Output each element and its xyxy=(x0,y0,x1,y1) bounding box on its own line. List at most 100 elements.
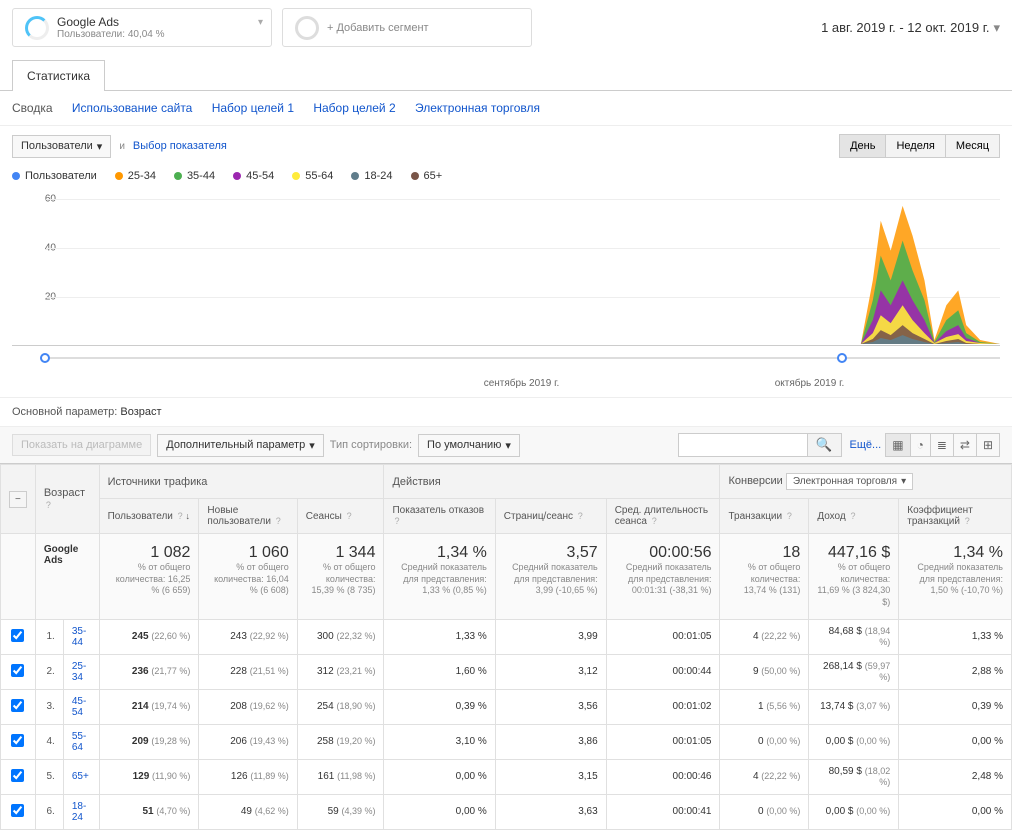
legend-item[interactable]: 55-64 xyxy=(292,170,333,182)
row-index: 2. xyxy=(35,654,63,689)
col-age[interactable]: Возраст xyxy=(44,487,85,499)
search-box: 🔍 xyxy=(678,433,842,457)
subnav: Сводка Использование сайта Набор целей 1… xyxy=(0,91,1012,126)
toggle-week[interactable]: Неделя xyxy=(885,134,945,158)
subnav-goals-2[interactable]: Набор целей 2 xyxy=(313,101,395,115)
add-segment-button[interactable]: + Добавить сегмент xyxy=(282,8,532,47)
toggle-day[interactable]: День xyxy=(839,134,886,158)
table-row: 1.35-44245 (22,60 %)243 (22,92 %)300 (22… xyxy=(1,619,1012,654)
search-input[interactable] xyxy=(678,433,808,457)
segment-google-ads[interactable]: Google Ads Пользователи: 40,04 % ▾ xyxy=(12,8,272,47)
age-link[interactable]: 25-34 xyxy=(63,654,99,689)
sort-arrow-icon: ↓ xyxy=(185,511,190,521)
table-row: 4.55-64209 (19,28 %)206 (19,43 %)258 (19… xyxy=(1,724,1012,759)
col-bounce[interactable]: Показатель отказов ? xyxy=(384,499,495,534)
chevron-down-icon: ▾ xyxy=(258,17,263,28)
legend-item[interactable]: 25-34 xyxy=(115,170,156,182)
chevron-down-icon: ▾ xyxy=(505,439,511,452)
row-checkbox[interactable] xyxy=(11,804,24,817)
pie-view-icon[interactable]: ◔ xyxy=(911,434,931,456)
help-icon[interactable]: ? xyxy=(46,500,51,510)
age-link[interactable]: 55-64 xyxy=(63,724,99,759)
chevron-down-icon: ▾ xyxy=(309,439,315,452)
legend-item[interactable]: Пользователи xyxy=(12,170,97,182)
age-link[interactable]: 35-44 xyxy=(63,619,99,654)
slider-handle-left[interactable] xyxy=(40,353,50,363)
x-label: октябрь 2019 г. xyxy=(775,378,845,389)
chart-legend: Пользователи 25-34 35-44 45-54 55-64 18-… xyxy=(0,166,1012,186)
more-link[interactable]: Ещё... xyxy=(850,439,882,451)
chart-svg xyxy=(46,186,1000,345)
choose-metric-link[interactable]: Выбор показателя xyxy=(133,140,227,152)
dot-icon xyxy=(233,172,241,180)
bar-view-icon[interactable]: ≣ xyxy=(931,434,954,456)
col-pages[interactable]: Страниц/сеанс ? xyxy=(495,499,606,534)
segment-donut-icon xyxy=(25,16,49,40)
legend-item[interactable]: 65+ xyxy=(411,170,443,182)
row-checkbox[interactable] xyxy=(11,699,24,712)
col-users[interactable]: Пользователи ? ↓ xyxy=(99,499,199,534)
row-checkbox[interactable] xyxy=(11,734,24,747)
row-checkbox[interactable] xyxy=(11,664,24,677)
dot-icon xyxy=(174,172,182,180)
add-segment-label: + Добавить сегмент xyxy=(327,22,429,34)
pivot-view-icon[interactable]: ⊞ xyxy=(977,434,999,456)
collapse-all-button[interactable]: − xyxy=(9,491,27,508)
show-on-chart-button: Показать на диаграмме xyxy=(12,434,151,456)
subnav-summary[interactable]: Сводка xyxy=(12,101,53,115)
tab-statistics[interactable]: Статистика xyxy=(12,60,105,91)
age-link[interactable]: 65+ xyxy=(63,759,99,794)
primary-metric-dropdown[interactable]: Пользователи ▾ xyxy=(12,135,111,158)
sort-type-label: Тип сортировки: xyxy=(330,439,412,451)
table-row: 5.65+129 (11,90 %)126 (11,89 %)161 (11,9… xyxy=(1,759,1012,794)
chart-range-slider[interactable] xyxy=(40,350,1000,366)
legend-item[interactable]: 45-54 xyxy=(233,170,274,182)
chart-area: 60 40 20 xyxy=(12,186,1000,346)
col-revenue[interactable]: Доход ? xyxy=(809,499,899,534)
col-sessions[interactable]: Сеансы ? xyxy=(297,499,384,534)
comparison-view-icon[interactable]: ⇄ xyxy=(954,434,977,456)
legend-item[interactable]: 18-24 xyxy=(351,170,392,182)
row-checkbox[interactable] xyxy=(11,629,24,642)
row-checkbox[interactable] xyxy=(11,769,24,782)
row-index: 1. xyxy=(35,619,63,654)
search-icon: 🔍 xyxy=(816,437,833,452)
toggle-month[interactable]: Месяц xyxy=(945,134,1000,158)
time-granularity-toggle: День Неделя Месяц xyxy=(840,134,1000,158)
view-mode-icons: ▦ ◔ ≣ ⇄ ⊞ xyxy=(885,433,1000,457)
conversion-type-dropdown[interactable]: Электронная торговля ▾ xyxy=(786,473,913,490)
dot-icon xyxy=(292,172,300,180)
age-link[interactable]: 18-24 xyxy=(63,794,99,829)
row-index: 4. xyxy=(35,724,63,759)
subnav-goals-1[interactable]: Набор целей 1 xyxy=(212,101,294,115)
metric-label: Пользователи xyxy=(21,140,93,152)
table-view-icon[interactable]: ▦ xyxy=(886,434,910,456)
search-button[interactable]: 🔍 xyxy=(808,433,842,457)
table-row: 6.18-2451 (4,70 %)49 (4,62 %)59 (4,39 %)… xyxy=(1,794,1012,829)
slider-handle-right[interactable] xyxy=(837,353,847,363)
dot-icon xyxy=(411,172,419,180)
group-actions: Действия xyxy=(384,465,720,499)
vs-label: и xyxy=(119,141,125,152)
dot-icon xyxy=(115,172,123,180)
secondary-dimension-dropdown[interactable]: Дополнительный параметр▾ xyxy=(157,434,323,457)
subnav-ecommerce[interactable]: Электронная торговля xyxy=(415,101,540,115)
col-duration[interactable]: Сред. длительность сеанса ? xyxy=(606,499,720,534)
empty-circle-icon xyxy=(295,16,319,40)
col-new-users[interactable]: Новые пользователи ? xyxy=(199,499,297,534)
age-link[interactable]: 45-54 xyxy=(63,689,99,724)
sort-type-dropdown[interactable]: По умолчанию▾ xyxy=(418,434,520,457)
subnav-site-usage[interactable]: Использование сайта xyxy=(72,101,193,115)
x-label: сентябрь 2019 г. xyxy=(484,378,560,389)
legend-item[interactable]: 35-44 xyxy=(174,170,215,182)
date-range-picker[interactable]: 1 авг. 2019 г. - 12 окт. 2019 г. ▾ xyxy=(821,20,1000,36)
col-conv-rate[interactable]: Коэффициент транзакций ? xyxy=(899,499,1012,534)
group-conversions: Конверсии Электронная торговля ▾ xyxy=(720,465,1012,499)
segment-subtitle: Пользователи: 40,04 % xyxy=(57,29,165,40)
summary-segment-label: Google Ads xyxy=(44,544,78,566)
col-transactions[interactable]: Транзакции ? xyxy=(720,499,809,534)
chevron-down-icon: ▾ xyxy=(901,476,906,487)
date-range-label: 1 авг. 2019 г. - 12 окт. 2019 г. xyxy=(821,20,989,35)
group-traffic: Источники трафика xyxy=(99,465,384,499)
segment-title: Google Ads xyxy=(57,15,165,29)
